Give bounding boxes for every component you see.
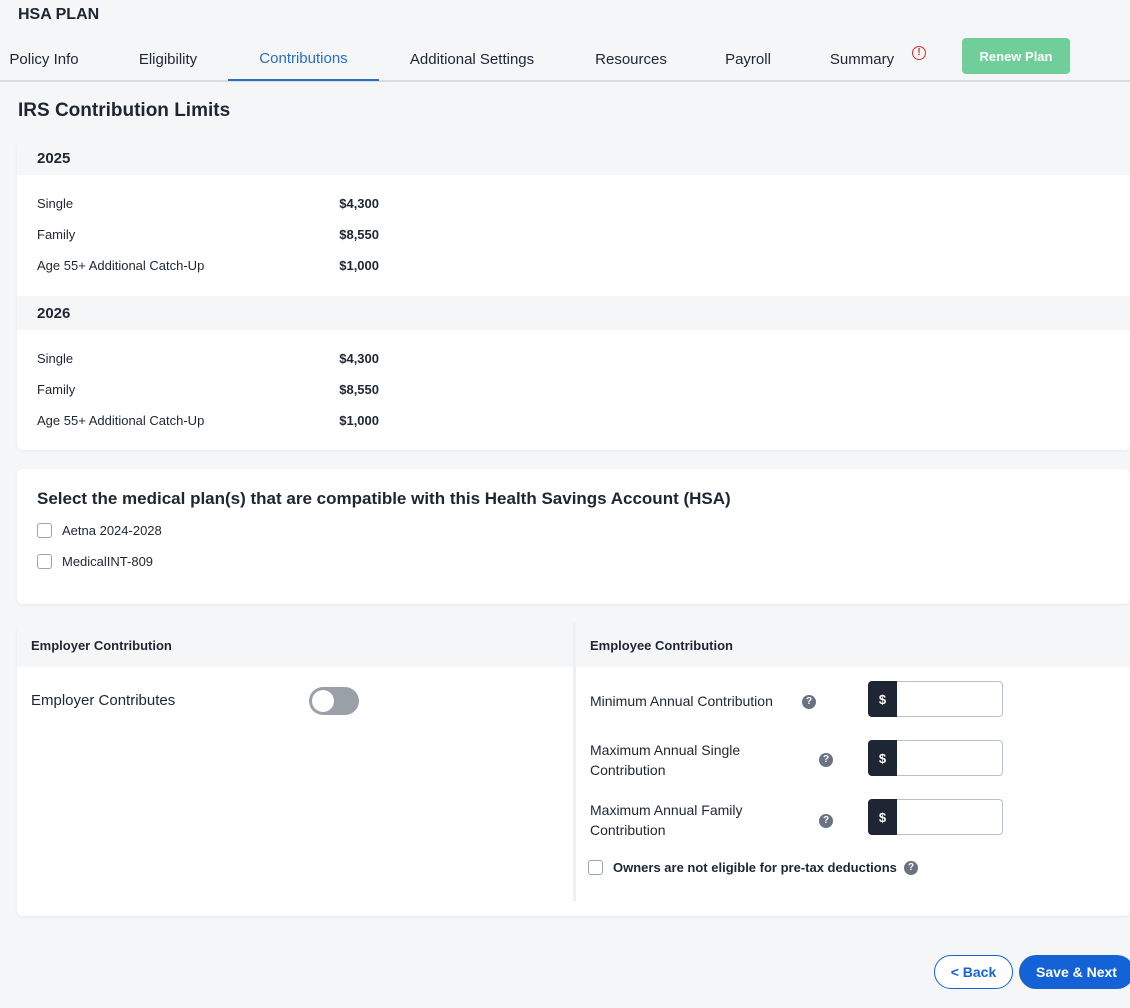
limit-value: $8,550 bbox=[339, 227, 379, 242]
help-icon[interactable]: ? bbox=[802, 695, 816, 709]
limit-row: Family $8,550 bbox=[17, 374, 1130, 405]
limit-value: $4,300 bbox=[339, 196, 379, 211]
renew-plan-button[interactable]: Renew Plan bbox=[962, 38, 1070, 74]
help-icon[interactable]: ? bbox=[904, 861, 918, 875]
help-icon[interactable]: ? bbox=[819, 814, 833, 828]
limit-row: Age 55+ Additional Catch-Up $1,000 bbox=[17, 250, 1130, 281]
max-annual-family-contribution-field: $ bbox=[868, 799, 1003, 835]
tab-resources[interactable]: Resources bbox=[584, 38, 678, 80]
contribution-card: Employer Contribution Employee Contribut… bbox=[17, 623, 1130, 916]
limit-value: $1,000 bbox=[339, 258, 379, 273]
owners-not-eligible-option[interactable]: Owners are not eligible for pre-tax dedu… bbox=[588, 860, 897, 875]
irs-limits-card: 2025 Single $4,300 Family $8,550 Age 55+… bbox=[17, 141, 1130, 450]
back-button[interactable]: < Back bbox=[934, 955, 1013, 989]
employee-contribution-header: Employee Contribution bbox=[576, 623, 1130, 667]
limit-label: Single bbox=[37, 196, 74, 211]
year-header: 2025 bbox=[17, 141, 1130, 175]
save-next-button[interactable]: Save & Next bbox=[1019, 955, 1130, 989]
plans-title: Select the medical plan(s) that are comp… bbox=[37, 489, 731, 508]
tab-summary[interactable]: Summary bbox=[820, 38, 904, 80]
limit-row: Single $4,300 bbox=[17, 343, 1130, 374]
limit-label: Age 55+ Additional Catch-Up bbox=[37, 413, 205, 428]
max-annual-family-contribution-label: Maximum Annual Family Contribution bbox=[590, 802, 743, 838]
limit-row: Single $4,300 bbox=[17, 188, 1130, 219]
tab-additional-settings[interactable]: Additional Settings bbox=[396, 38, 548, 80]
alert-icon: ! bbox=[912, 46, 926, 60]
limit-row: Age 55+ Additional Catch-Up $1,000 bbox=[17, 405, 1130, 436]
dollar-prefix: $ bbox=[868, 681, 897, 717]
year-header: 2026 bbox=[17, 296, 1130, 330]
limit-value: $1,000 bbox=[339, 413, 379, 428]
min-annual-contribution-input[interactable] bbox=[897, 681, 1003, 717]
dollar-prefix: $ bbox=[868, 799, 897, 835]
plan-checkbox[interactable] bbox=[37, 523, 52, 538]
section-title: IRS Contribution Limits bbox=[18, 100, 231, 121]
limit-value: $8,550 bbox=[339, 382, 379, 397]
plan-option[interactable]: Aetna 2024-2028 bbox=[37, 523, 162, 538]
tab-contributions[interactable]: Contributions bbox=[228, 38, 379, 81]
min-annual-contribution-field: $ bbox=[868, 681, 1003, 717]
plan-label: Aetna 2024-2028 bbox=[62, 523, 162, 538]
limit-row: Family $8,550 bbox=[17, 219, 1130, 250]
column-divider bbox=[573, 623, 576, 901]
max-annual-single-contribution-field: $ bbox=[868, 740, 1003, 776]
max-annual-single-contribution-input[interactable] bbox=[897, 740, 1003, 776]
limit-label: Family bbox=[37, 227, 76, 242]
plan-label: MedicalINT-809 bbox=[62, 554, 154, 569]
tab-eligibility[interactable]: Eligibility bbox=[124, 38, 212, 80]
plan-option[interactable]: MedicalINT-809 bbox=[37, 554, 153, 569]
owners-not-eligible-label: Owners are not eligible for pre-tax dedu… bbox=[613, 860, 897, 875]
tab-policy-info[interactable]: Policy Info bbox=[0, 38, 88, 80]
min-annual-contribution-label: Minimum Annual Contribution bbox=[590, 693, 773, 709]
max-annual-family-contribution-input[interactable] bbox=[897, 799, 1003, 835]
limit-value: $4,300 bbox=[339, 351, 379, 366]
owners-not-eligible-checkbox[interactable] bbox=[588, 860, 603, 875]
dollar-prefix: $ bbox=[868, 740, 897, 776]
employer-contribution-header: Employer Contribution bbox=[17, 623, 573, 667]
plan-checkbox[interactable] bbox=[37, 554, 52, 569]
limit-label: Family bbox=[37, 382, 76, 397]
tab-bar: Policy Info Eligibility Contributions Ad… bbox=[0, 38, 1130, 82]
app-title: HSA PLAN bbox=[18, 6, 100, 23]
tab-payroll[interactable]: Payroll bbox=[712, 38, 784, 80]
employer-contributes-label: Employer Contributes bbox=[31, 692, 176, 709]
toggle-knob bbox=[312, 690, 334, 712]
limit-label: Age 55+ Additional Catch-Up bbox=[37, 258, 205, 273]
max-annual-single-contribution-label: Maximum Annual Single Contribution bbox=[590, 742, 741, 778]
help-icon[interactable]: ? bbox=[819, 753, 833, 767]
limit-label: Single bbox=[37, 351, 74, 366]
employer-contributes-toggle[interactable] bbox=[309, 687, 359, 715]
medical-plans-card: Select the medical plan(s) that are comp… bbox=[17, 469, 1130, 604]
